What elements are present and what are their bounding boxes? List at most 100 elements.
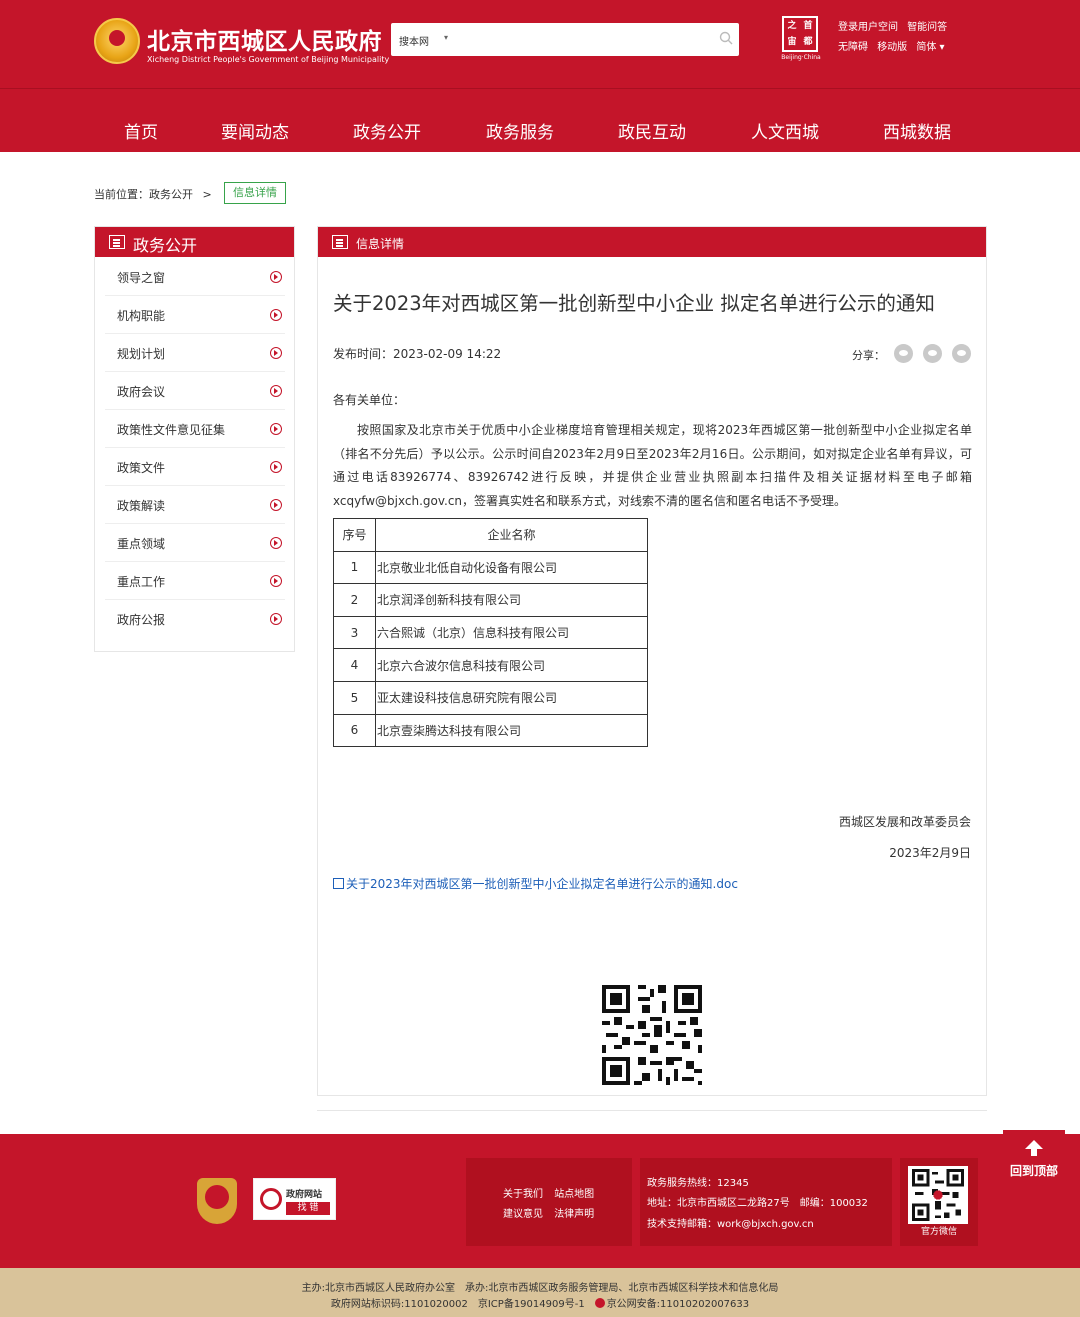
table-cell: 北京敬业北低自动化设备有限公司 — [375, 550, 648, 585]
party-gov-badge-icon[interactable] — [197, 1178, 237, 1224]
national-emblem-icon[interactable] — [94, 18, 140, 64]
copyright-line2: 政府网站标识码:1101020002 京ICP备19014909号-1 京公网安… — [0, 1295, 1080, 1310]
sidebar-title: 政务公开 — [133, 236, 198, 255]
site-title[interactable]: 北京市西城区人民政府 — [147, 22, 382, 56]
sidebar-item[interactable]: 政府会议 — [105, 372, 285, 410]
article-body: 按照国家及北京市关于优质中小企业梯度培育管理相关规定，现将2023年西城区第一批… — [333, 423, 972, 508]
stamp-char: 宙 — [787, 37, 797, 47]
breadcrumb-separator: > — [202, 188, 212, 201]
sidebar-header: 政务公开 — [95, 227, 294, 257]
table-cell: 5 — [333, 680, 376, 715]
nav-item-home[interactable]: 首页 — [124, 118, 158, 143]
sidebar-item[interactable]: 规划计划 — [105, 334, 285, 372]
weibo-icon[interactable] — [923, 344, 942, 363]
wechat-label: 官方微信 — [920, 1227, 957, 1237]
table-header-row: 序号 企业名称 — [333, 518, 648, 552]
breadcrumb-prefix[interactable]: 当前位置：政务公开 — [94, 188, 193, 201]
search-input[interactable] — [461, 28, 701, 50]
breadcrumb: 当前位置：政务公开 > — [94, 186, 212, 202]
table-cell: 2 — [333, 583, 376, 617]
sidebar-item-label: 领导之窗 — [117, 271, 166, 285]
favorite-icon[interactable] — [952, 344, 971, 363]
table-header: 企业名称 — [375, 518, 648, 552]
arrow-right-circle-icon — [270, 613, 282, 625]
arrow-right-circle-icon — [270, 309, 282, 321]
table-row: 1 北京敬业北低自动化设备有限公司 — [333, 550, 648, 585]
nav-item-interaction[interactable]: 政民互动 — [618, 118, 686, 143]
accessibility-link[interactable]: 无障碍 — [838, 42, 868, 53]
attachment-link[interactable]: 关于2023年对西城区第一批创新型中小企业拟定名单进行公示的通知.doc — [333, 875, 738, 892]
article-panel-title: 信息详情 — [356, 237, 405, 251]
site-header: 北京市西城区人民政府 Xicheng District People's Gov… — [0, 0, 1080, 152]
list-icon — [109, 235, 125, 249]
about-us-link[interactable]: 关于我们 — [503, 1189, 543, 1200]
sidebar-item-label: 政府会议 — [117, 385, 166, 399]
sidebar-item[interactable]: 重点领域 — [105, 524, 285, 562]
nav-item-gov-service[interactable]: 政务服务 — [486, 118, 554, 143]
back-to-top-button[interactable]: 回到顶部 — [1003, 1130, 1065, 1186]
report-error-button[interactable]: 政府网站 找 错 — [253, 1178, 336, 1220]
nav-item-gov-open[interactable]: 政务公开 — [353, 118, 421, 143]
login-link[interactable]: 登录用户空间 — [838, 22, 898, 33]
wechat-qr-icon — [908, 1166, 968, 1224]
arrow-right-circle-icon — [270, 347, 282, 359]
language-select[interactable]: 简体 ▾ — [916, 42, 944, 53]
copyright-bar: 主办:北京市西城区人民政府办公室 承办:北京市西城区政务服务管理局、北京市西城区… — [0, 1268, 1080, 1317]
smart-qa-link[interactable]: 智能问答 — [907, 22, 947, 33]
wechat-icon[interactable] — [894, 344, 913, 363]
hotline-text: 政务服务热线：12345 — [647, 1178, 749, 1189]
feedback-link[interactable]: 建议意见 — [503, 1209, 543, 1220]
sidebar-item-label: 政策性文件意见征集 — [117, 423, 226, 437]
nav-item-culture[interactable]: 人文西城 — [751, 118, 819, 143]
table-cell: 1 — [333, 550, 376, 585]
support-email-text: 技术支持邮箱：work@bjxch.gov.cn — [647, 1219, 814, 1230]
search-scope-select[interactable]: 搜本网 — [399, 33, 429, 48]
arrow-right-circle-icon — [270, 271, 282, 283]
content-divider — [317, 1110, 987, 1111]
article-panel-header: 信息详情 — [318, 227, 986, 257]
main-nav: 首页 要闻动态 政务公开 政务服务 政民互动 人文西城 西城数据 — [0, 118, 1080, 148]
article-sign-date: 2023年2月9日 — [889, 846, 971, 860]
table-row: 2 北京润泽创新科技有限公司 — [333, 583, 648, 617]
site-map-link[interactable]: 站点地图 — [554, 1189, 594, 1200]
mobile-link[interactable]: 移动版 — [877, 42, 907, 53]
publish-time: 发布时间：2023-02-09 14:22 — [333, 347, 502, 361]
arrow-right-circle-icon — [270, 461, 282, 473]
chevron-down-icon[interactable]: ▾ — [444, 33, 448, 42]
report-sub: 找 错 — [286, 1202, 330, 1215]
search-icon[interactable] — [719, 31, 733, 45]
sidebar-item[interactable]: 政策文件 — [105, 448, 285, 486]
table-row: 3 六合熙诚（北京）信息科技有限公司 — [333, 615, 648, 650]
article-signature: 西城区发展和改革委员会 — [838, 815, 971, 829]
arrow-right-circle-icon — [270, 423, 282, 435]
icp-text[interactable]: 政府网站标识码:1101020002 京ICP备19014909号-1 — [331, 1299, 595, 1310]
back-to-top-label: 回到顶部 — [1009, 1164, 1058, 1178]
sidebar-item[interactable]: 政策性文件意见征集 — [105, 410, 285, 448]
utility-links: 登录用户空间 智能问答 无障碍 移动版 简体 ▾ — [838, 18, 953, 58]
list-icon — [332, 235, 348, 249]
attachment-label: 关于2023年对西城区第一批创新型中小企业拟定名单进行公示的通知.doc — [346, 877, 738, 891]
nav-item-data[interactable]: 西城数据 — [883, 118, 951, 143]
beijing-capital-logo[interactable]: 之 首 宙 都 — [782, 16, 818, 52]
legal-link[interactable]: 法律声明 — [554, 1209, 594, 1220]
arrow-right-circle-icon — [270, 537, 282, 549]
arrow-right-circle-icon — [270, 385, 282, 397]
table-cell: 3 — [333, 615, 376, 650]
sidebar-item[interactable]: 政策解读 — [105, 486, 285, 524]
table-row: 4 北京六合波尔信息科技有限公司 — [333, 648, 648, 682]
sidebar: 政务公开 领导之窗 机构职能 规划计划 政府会议 政策性文件意见征集 政策文件 … — [94, 226, 295, 652]
sidebar-item-label: 重点工作 — [117, 575, 166, 589]
police-record-text[interactable]: 京公网安备:11010202007633 — [607, 1299, 749, 1310]
sidebar-item[interactable]: 政府公报 — [105, 600, 285, 638]
sidebar-item-label: 政策解读 — [117, 499, 166, 513]
sidebar-item[interactable]: 重点工作 — [105, 562, 285, 600]
sidebar-item[interactable]: 机构职能 — [105, 296, 285, 334]
nav-item-news[interactable]: 要闻动态 — [221, 118, 289, 143]
article-panel: 信息详情 关于2023年对西城区第一批创新型中小企业 拟定名单进行公示的通知 发… — [317, 226, 987, 1096]
sidebar-item[interactable]: 领导之窗 — [105, 258, 285, 296]
copyright-line1: 主办:北京市西城区人民政府办公室 承办:北京市西城区政务服务管理局、北京市西城区… — [301, 1283, 779, 1294]
sidebar-item-label: 政府公报 — [117, 613, 166, 627]
sidebar-item-label: 政策文件 — [117, 461, 166, 475]
share-label: 分享： — [852, 349, 885, 362]
sidebar-item-label: 机构职能 — [117, 309, 166, 323]
